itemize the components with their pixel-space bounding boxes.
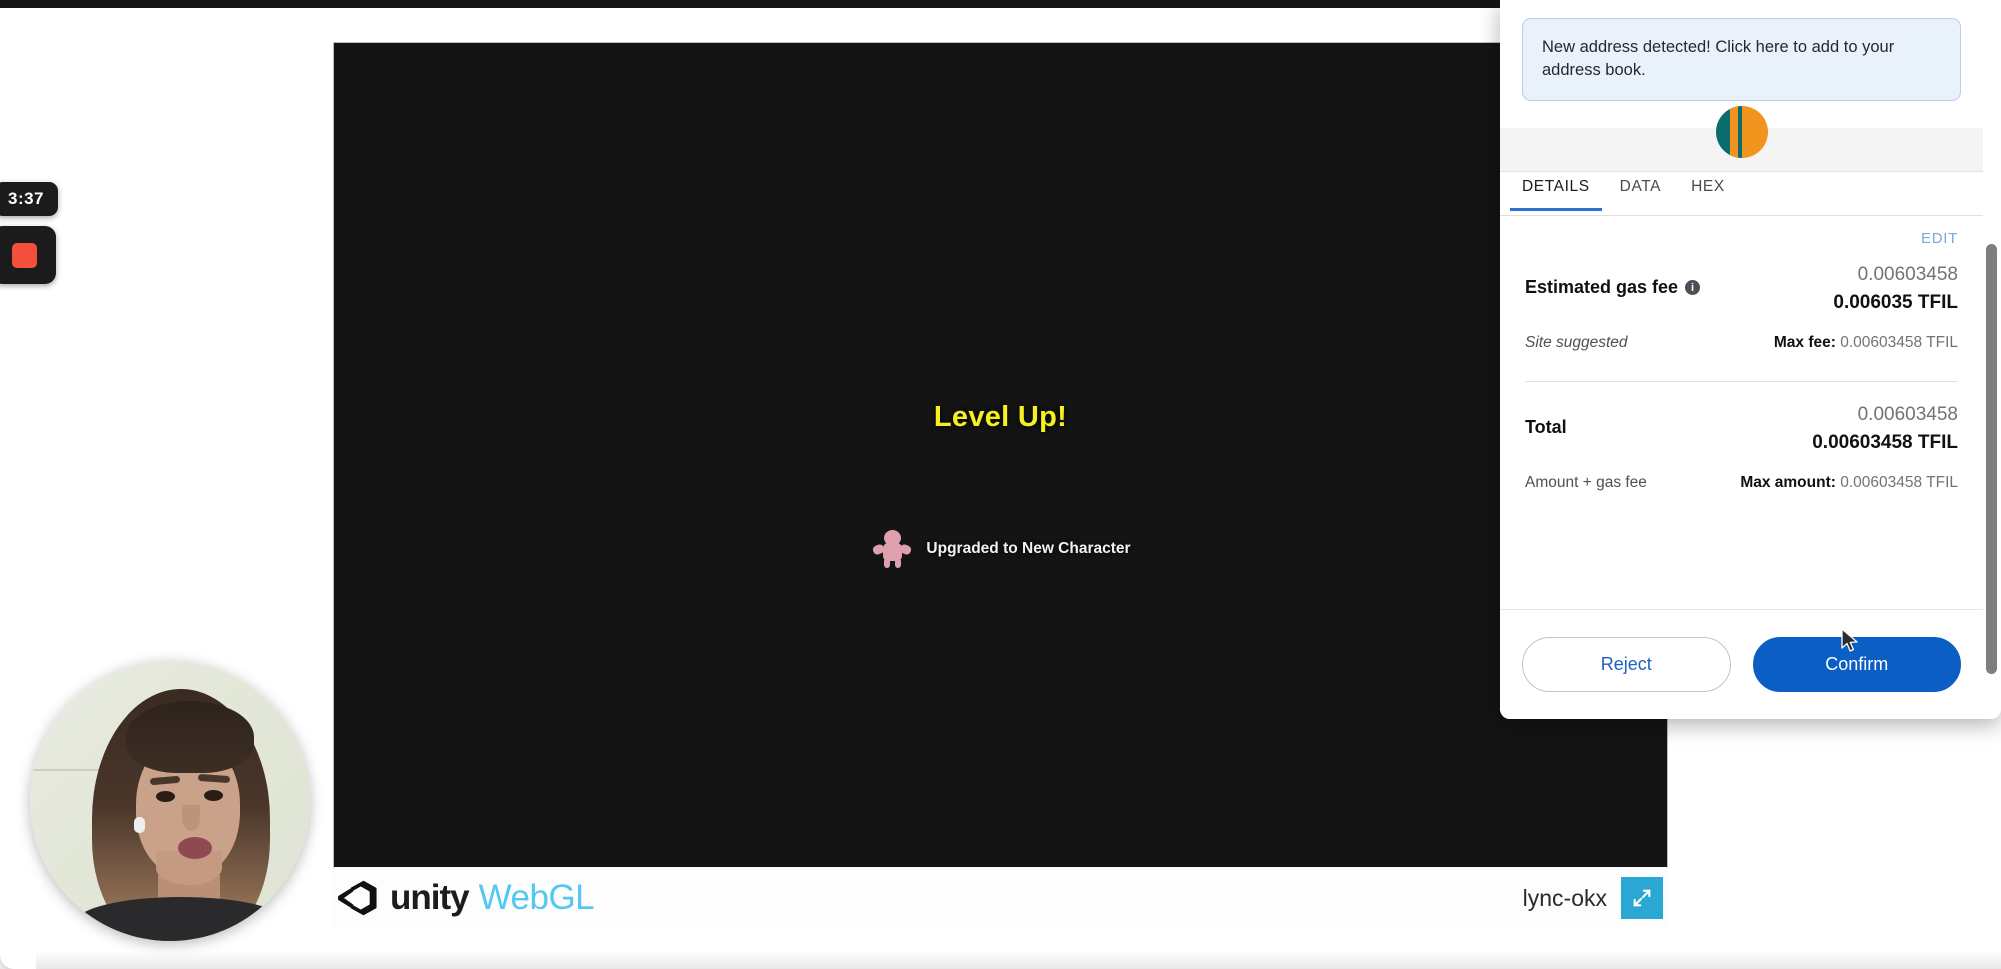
level-up-title: Level Up! <box>933 401 1068 433</box>
mouse-cursor <box>1841 628 1858 652</box>
upgrade-notice: Upgraded to New Character <box>334 529 1667 569</box>
site-avatar-icon <box>1716 106 1768 158</box>
unity-wordmark: unity <box>390 878 470 917</box>
webgl-wordmark: WebGL <box>478 878 595 917</box>
stop-recording-button[interactable] <box>0 226 56 284</box>
edit-gas-row: EDIT <box>1525 216 1958 248</box>
tab-data[interactable]: DATA <box>1608 172 1673 208</box>
metamask-notification-window: New address detected! Click here to add … <box>1500 0 2001 719</box>
origin-bar <box>1500 106 1983 172</box>
total-fiat: 0.00603458 <box>1857 404 1958 425</box>
info-icon[interactable]: i <box>1685 280 1701 295</box>
total-max-amount: Max amount: 0.00603458 TFIL <box>1740 474 1958 492</box>
unity-footer-bar: unity WebGL lync-okx <box>334 867 1667 929</box>
total-max-label: Max amount: <box>1740 474 1836 491</box>
screen-root: Level Up! Upgraded to New Character unit… <box>0 0 2001 969</box>
character-sprite-icon <box>870 529 914 569</box>
build-title: lync-okx <box>1522 884 1607 911</box>
edit-gas-link[interactable]: EDIT <box>1921 230 1958 247</box>
expand-arrows-icon <box>1633 889 1651 907</box>
unity-cube-icon <box>338 880 377 916</box>
total-max-value: 0.00603458 TFIL <box>1840 474 1958 491</box>
gas-fee-label-row: Estimated gas fee i <box>1525 277 1701 298</box>
gas-fee-label: Estimated gas fee <box>1525 277 1679 297</box>
details-tabs: DETAILS DATA HEX <box>1500 172 1983 216</box>
total-source: Amount + gas fee <box>1525 474 1647 491</box>
gas-fee-block: Estimated gas fee i 0.00603458 0.006035 … <box>1525 248 1958 352</box>
transaction-details-body: EDIT Estimated gas fee i 0.00603458 0.00… <box>1500 216 1983 609</box>
total-native: 0.00603458 TFIL <box>1812 432 1958 453</box>
unity-logo: unity WebGL <box>334 876 595 920</box>
earbud-icon <box>134 817 145 833</box>
total-block: Total 0.00603458 0.00603458 TFIL Amount … <box>1525 382 1958 492</box>
stop-square-icon <box>11 242 37 268</box>
action-buttons-bar: Reject Confirm <box>1500 609 1983 719</box>
gas-max-fee: Max fee: 0.00603458 TFIL <box>1774 334 1958 352</box>
new-address-alert[interactable]: New address detected! Click here to add … <box>1522 18 1961 101</box>
tab-details[interactable]: DETAILS <box>1510 172 1602 211</box>
unity-footer-right: lync-okx <box>1523 877 1667 919</box>
fullscreen-button[interactable] <box>1621 877 1663 919</box>
tab-hex[interactable]: HEX <box>1679 172 1737 208</box>
upgrade-label: Upgraded to New Character <box>926 540 1131 557</box>
webcam-bubble[interactable] <box>30 661 310 941</box>
gas-max-fee-value: 0.00603458 TFIL <box>1840 334 1958 351</box>
gas-fee-source: Site suggested <box>1525 334 1628 351</box>
recording-timer: 3:37 <box>0 182 58 216</box>
page-bottom-left-corner <box>0 941 36 969</box>
gas-fee-native: 0.006035 TFIL <box>1833 292 1958 313</box>
reject-button[interactable]: Reject <box>1522 637 1731 692</box>
gas-max-fee-label: Max fee: <box>1773 334 1836 351</box>
page-bottom-fade <box>0 951 2001 969</box>
gas-fee-fiat: 0.00603458 <box>1857 264 1958 285</box>
vertical-scrollbar[interactable] <box>1986 244 1997 674</box>
total-label: Total <box>1525 417 1567 437</box>
unity-game-canvas[interactable]: Level Up! Upgraded to New Character <box>334 43 1667 867</box>
